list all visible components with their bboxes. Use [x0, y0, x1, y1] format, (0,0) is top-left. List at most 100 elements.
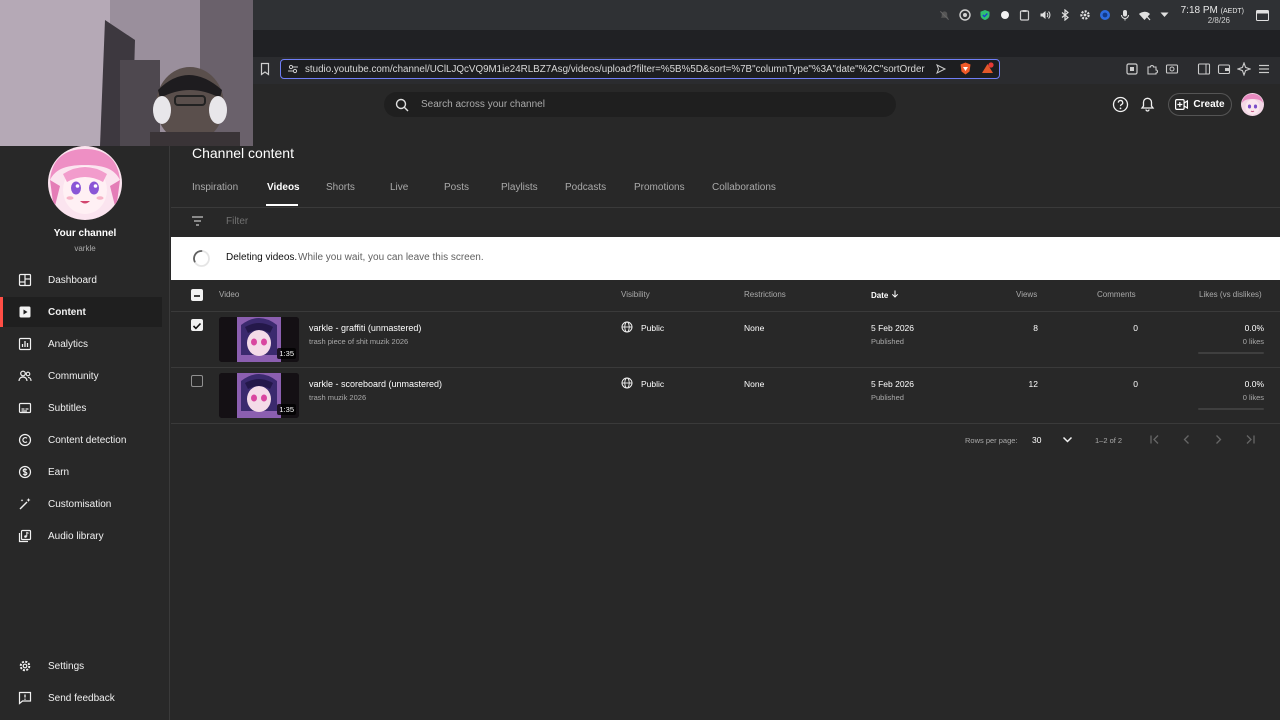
date-value: 5 Feb 2026 — [871, 323, 915, 333]
sidebar-item-earn[interactable]: Earn — [0, 457, 162, 487]
banner-message: While you wait, you can leave this scree… — [298, 252, 484, 263]
sidebar-item-send-feedback[interactable]: Send feedback — [0, 683, 162, 713]
select-all-checkbox[interactable] — [191, 289, 203, 301]
column-header-likes: Likes (vs dislikes) — [1199, 290, 1262, 299]
visibility-value[interactable]: Public — [641, 323, 664, 333]
sidebar-item-community[interactable]: Community — [0, 361, 162, 391]
site-settings-icon[interactable] — [287, 63, 299, 75]
previous-page-icon[interactable] — [1180, 433, 1193, 446]
column-header-video: Video — [219, 290, 240, 299]
notifications-bell-icon[interactable] — [1139, 96, 1156, 113]
sidebar-item-audio-library[interactable]: Audio library — [0, 521, 162, 551]
sidebar-item-subtitles[interactable]: Subtitles — [0, 393, 162, 423]
webcam-overlay — [0, 0, 253, 146]
comments-value: 0 — [1133, 323, 1138, 333]
account-avatar[interactable] — [1241, 93, 1264, 116]
video-thumbnail[interactable]: 1:35 — [219, 317, 299, 362]
create-button[interactable]: Create — [1168, 93, 1232, 116]
first-page-icon[interactable] — [1148, 433, 1161, 446]
row-checkbox[interactable] — [191, 375, 203, 387]
brave-shields-icon[interactable] — [959, 62, 972, 75]
tab-playlists[interactable]: Playlists — [501, 182, 538, 193]
content-icon — [19, 306, 31, 318]
tab-posts[interactable]: Posts — [444, 182, 469, 193]
sidebar-item-label: Earn — [48, 466, 70, 478]
tab-shorts[interactable]: Shorts — [326, 182, 355, 193]
sidebar-item-label: Subtitles — [48, 402, 87, 414]
subtitles-icon — [18, 402, 32, 414]
restrictions-value: None — [744, 379, 765, 389]
bluetooth-icon[interactable] — [1055, 5, 1075, 25]
likes-count: 0 likes — [1242, 393, 1264, 402]
sidebar-item-analytics[interactable]: Analytics — [0, 329, 162, 359]
sidebar-item-settings[interactable]: Settings — [0, 651, 162, 681]
chevron-down-icon[interactable] — [1062, 434, 1073, 445]
publish-status: Published — [871, 393, 904, 402]
tab-inspiration[interactable]: Inspiration — [192, 182, 238, 193]
system-tray: 7:18 PM (AEDT) 2/8/26 — [935, 0, 1272, 30]
tab-podcasts[interactable]: Podcasts — [565, 182, 606, 193]
vpn-icon[interactable] — [955, 5, 975, 25]
pagination-range: 1–2 of 2 — [1095, 436, 1123, 445]
analytics-icon — [18, 337, 32, 351]
banner-title: Deleting videos. — [226, 252, 298, 263]
column-header-date[interactable]: Date — [871, 290, 899, 300]
window-icon[interactable] — [1252, 5, 1272, 25]
settings-icon[interactable] — [1075, 5, 1095, 25]
filter-icon[interactable] — [191, 215, 204, 227]
page-title: Channel content — [192, 145, 294, 161]
row-checkbox[interactable] — [191, 319, 203, 331]
share-icon[interactable] — [935, 63, 947, 75]
video-description: trash muzik 2026 — [309, 393, 367, 402]
volume-icon[interactable] — [1035, 5, 1055, 25]
chevron-down-icon[interactable] — [1155, 5, 1175, 25]
feedback-icon — [18, 691, 32, 705]
tab-videos[interactable]: Videos — [267, 182, 300, 193]
address-bar[interactable]: studio.youtube.com/channel/UClLJQcVQ9M1i… — [280, 59, 1000, 79]
menu-icon[interactable] — [1257, 62, 1271, 76]
sidebar-item-content[interactable]: Content — [0, 297, 162, 327]
sidebar-item-customisation[interactable]: Customisation — [0, 489, 162, 519]
screenshot-icon[interactable] — [1165, 62, 1179, 76]
extensions-icon[interactable] — [1125, 62, 1139, 76]
video-description: trash piece of shit muzik 2026 — [309, 337, 409, 346]
puzzle-icon[interactable] — [1145, 62, 1159, 76]
filter-bar[interactable] — [171, 208, 1280, 237]
filter-input[interactable]: Filter — [226, 216, 248, 227]
likes-bar — [1198, 408, 1264, 410]
column-header-views: Views — [1016, 290, 1038, 299]
sidebar-item-dashboard[interactable]: Dashboard — [0, 265, 162, 295]
mic-icon[interactable] — [1115, 5, 1135, 25]
bookmark-icon[interactable] — [258, 62, 272, 76]
globe-icon — [621, 321, 633, 333]
tab-live[interactable]: Live — [390, 182, 408, 193]
visibility-value[interactable]: Public — [641, 379, 664, 389]
last-page-icon[interactable] — [1244, 433, 1257, 446]
shield-icon[interactable] — [975, 5, 995, 25]
clipboard-icon[interactable] — [1015, 5, 1035, 25]
video-title[interactable]: varkle - scoreboard (unmastered) — [309, 379, 442, 389]
video-title[interactable]: varkle - graffiti (unmastered) — [309, 323, 421, 333]
channel-title: Your channel — [53, 228, 117, 239]
sidebar-icon[interactable] — [1197, 62, 1211, 76]
tab-promotions[interactable]: Promotions — [634, 182, 685, 193]
likes-percent: 0.0% — [1244, 323, 1264, 333]
bell-off-icon[interactable] — [935, 5, 955, 25]
next-page-icon[interactable] — [1212, 433, 1225, 446]
leo-ai-icon[interactable] — [1237, 62, 1251, 76]
tab-collaborations[interactable]: Collaborations — [712, 182, 776, 193]
wifi-icon[interactable] — [1135, 5, 1155, 25]
wallet-icon[interactable] — [1217, 62, 1231, 76]
system-clock[interactable]: 7:18 PM (AEDT) 2/8/26 — [1181, 5, 1244, 25]
channel-search-box[interactable]: Search across your channel — [384, 92, 896, 117]
video-thumbnail[interactable]: 1:35 — [219, 373, 299, 418]
dollar-icon — [18, 465, 32, 479]
video-duration: 1:35 — [277, 404, 296, 415]
brave-rewards-icon[interactable] — [981, 62, 994, 75]
rows-per-page-select[interactable]: 30 — [1032, 435, 1041, 445]
help-icon[interactable] — [1112, 96, 1129, 113]
channel-avatar[interactable] — [48, 146, 122, 220]
dot-icon[interactable] — [995, 5, 1015, 25]
globe-icon[interactable] — [1095, 5, 1115, 25]
sidebar-item-content-detection[interactable]: Content detection — [0, 425, 162, 455]
